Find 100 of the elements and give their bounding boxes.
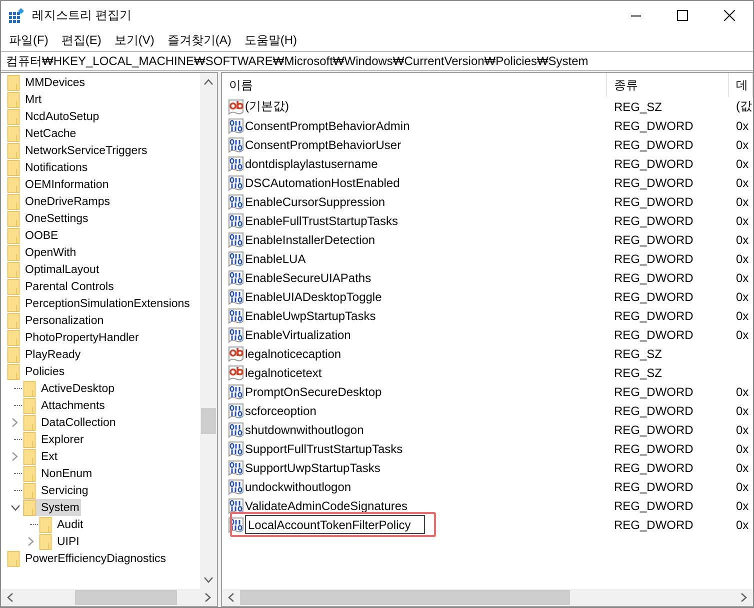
close-icon [724,10,735,21]
value-name: PromptOnSecureDesktop [245,384,382,398]
value-type: REG_DWORD [614,480,694,494]
tree-item[interactable]: PerceptionSimulationExtensions [7,295,192,312]
tree-item[interactable]: NetworkServiceTriggers [7,142,150,159]
menu-item[interactable]: 즐겨찾기(A) [161,30,238,50]
value-data: 0x [736,290,749,304]
binary-value-icon [228,402,244,418]
tree-item[interactable]: NetCache [7,125,78,142]
scroll-up-icon[interactable] [204,79,213,85]
value-type: REG_SZ [614,100,662,114]
value-type: REG_DWORD [614,518,694,532]
column-header[interactable]: 데 [729,73,753,97]
tree-item[interactable]: NcdAutoSetup [7,108,102,125]
value-type: REG_DWORD [614,384,694,398]
address-field[interactable]: 컴퓨터₩HKEY_LOCAL_MACHINE₩SOFTWARE₩Microsoft₩Windows₩CurrentVersion₩Policies₩System [1,51,753,71]
menu-item[interactable]: 보기(V) [108,30,160,50]
menu-item[interactable]: 파일(F) [3,30,54,50]
scroll-right-icon[interactable] [741,593,747,602]
value-data: 0x [736,308,749,322]
value-name: dontdisplaylastusername [245,156,378,170]
collapse-chevron-icon[interactable] [10,504,20,510]
folder-icon [7,228,20,244]
folder-icon [23,414,36,430]
menu-item[interactable]: 도움말(H) [238,30,303,50]
scrollbar-thumb[interactable] [75,590,177,605]
scroll-down-icon[interactable] [204,577,213,583]
tree-item[interactable]: Ext [23,448,60,465]
tree-item[interactable]: OEMInformation [7,176,111,193]
tree-item[interactable]: Explorer [23,431,86,448]
tree-item[interactable]: OneDriveRamps [7,193,112,210]
value-name: EnableSecureUIAPaths [245,270,372,284]
window-title: 레지스트리 편집기 [32,7,132,24]
expand-chevron-icon[interactable] [12,452,18,461]
folder-icon [23,448,36,464]
value-type: REG_DWORD [614,270,694,284]
scroll-right-icon[interactable] [205,593,211,602]
menu-item[interactable]: 편집(E) [55,30,108,50]
expand-chevron-icon[interactable] [12,418,18,427]
tree-item[interactable]: PhotoPropertyHandler [7,329,141,346]
string-value-icon [228,364,244,380]
column-header[interactable]: 이름 [222,73,607,97]
folder-icon [7,210,20,226]
tree-item[interactable]: PlayReady [7,346,83,363]
value-data: 0x [736,384,749,398]
scrollbar-thumb[interactable] [240,590,570,605]
folder-icon [23,380,36,396]
binary-value-icon [228,118,244,134]
value-name: scforceoption [245,404,316,418]
tree-item[interactable]: Personalization [7,312,106,329]
value-type: REG_DWORD [614,156,694,170]
tree-item[interactable]: DataCollection [23,414,118,431]
tree-item[interactable]: Servicing [23,482,90,499]
folder-icon [7,330,20,346]
tree-item[interactable]: Audit [39,516,86,533]
tree-item[interactable]: NonEnum [23,465,94,482]
tree-item[interactable]: System [23,499,82,516]
tree-item[interactable]: ActiveDesktop [23,380,117,397]
tree-item[interactable]: OOBE [7,227,60,244]
string-value-icon [228,346,244,362]
value-type: REG_DWORD [614,404,694,418]
tree-item[interactable]: Parental Controls [7,278,116,295]
value-type: REG_DWORD [614,138,694,152]
tree-item[interactable]: UIPI [39,533,82,550]
value-type: REG_DWORD [614,290,694,304]
tree-item[interactable]: MMDevices [7,74,88,91]
tree-item[interactable]: OpenWith [7,244,78,261]
tree-item[interactable]: Attachments [23,397,107,414]
value-type: REG_DWORD [614,214,694,228]
tree-item[interactable]: Policies [7,363,67,380]
value-type: REG_SZ [614,346,662,360]
vertical-scrollbar[interactable] [200,73,217,589]
value-data: 0x [736,214,749,228]
column-header[interactable]: 종류 [607,73,729,97]
value-data: 0x [736,518,749,532]
value-name: SupportUwpStartupTasks [245,460,380,474]
scroll-left-icon[interactable] [228,593,234,602]
tree-item[interactable]: Mrt [7,91,44,108]
binary-value-icon [228,498,244,514]
tree-item[interactable]: Notifications [7,159,90,176]
scrollbar-thumb[interactable] [201,408,216,434]
tree-item[interactable]: OneSettings [7,210,90,227]
value-data: 0x [736,422,749,436]
value-name: EnableCursorSuppression [245,194,386,208]
expand-chevron-icon[interactable] [28,537,34,546]
value-type: REG_DWORD [614,194,694,208]
scroll-left-icon[interactable] [7,593,13,602]
tree-item[interactable]: OptimalLayout [7,261,102,278]
horizontal-scrollbar[interactable] [1,589,217,606]
value-type: REG_DWORD [614,498,694,512]
value-type: REG_DWORD [614,328,694,342]
folder-icon [23,466,36,482]
folder-icon [7,194,20,210]
folder-icon [7,262,20,278]
folder-icon [7,74,20,90]
horizontal-scrollbar[interactable] [222,589,753,606]
registry-icon [9,8,25,24]
value-name: EnableUIADesktopToggle [245,290,382,304]
binary-value-icon [228,384,244,400]
tree-item[interactable]: PowerEfficiencyDiagnostics [7,550,168,567]
